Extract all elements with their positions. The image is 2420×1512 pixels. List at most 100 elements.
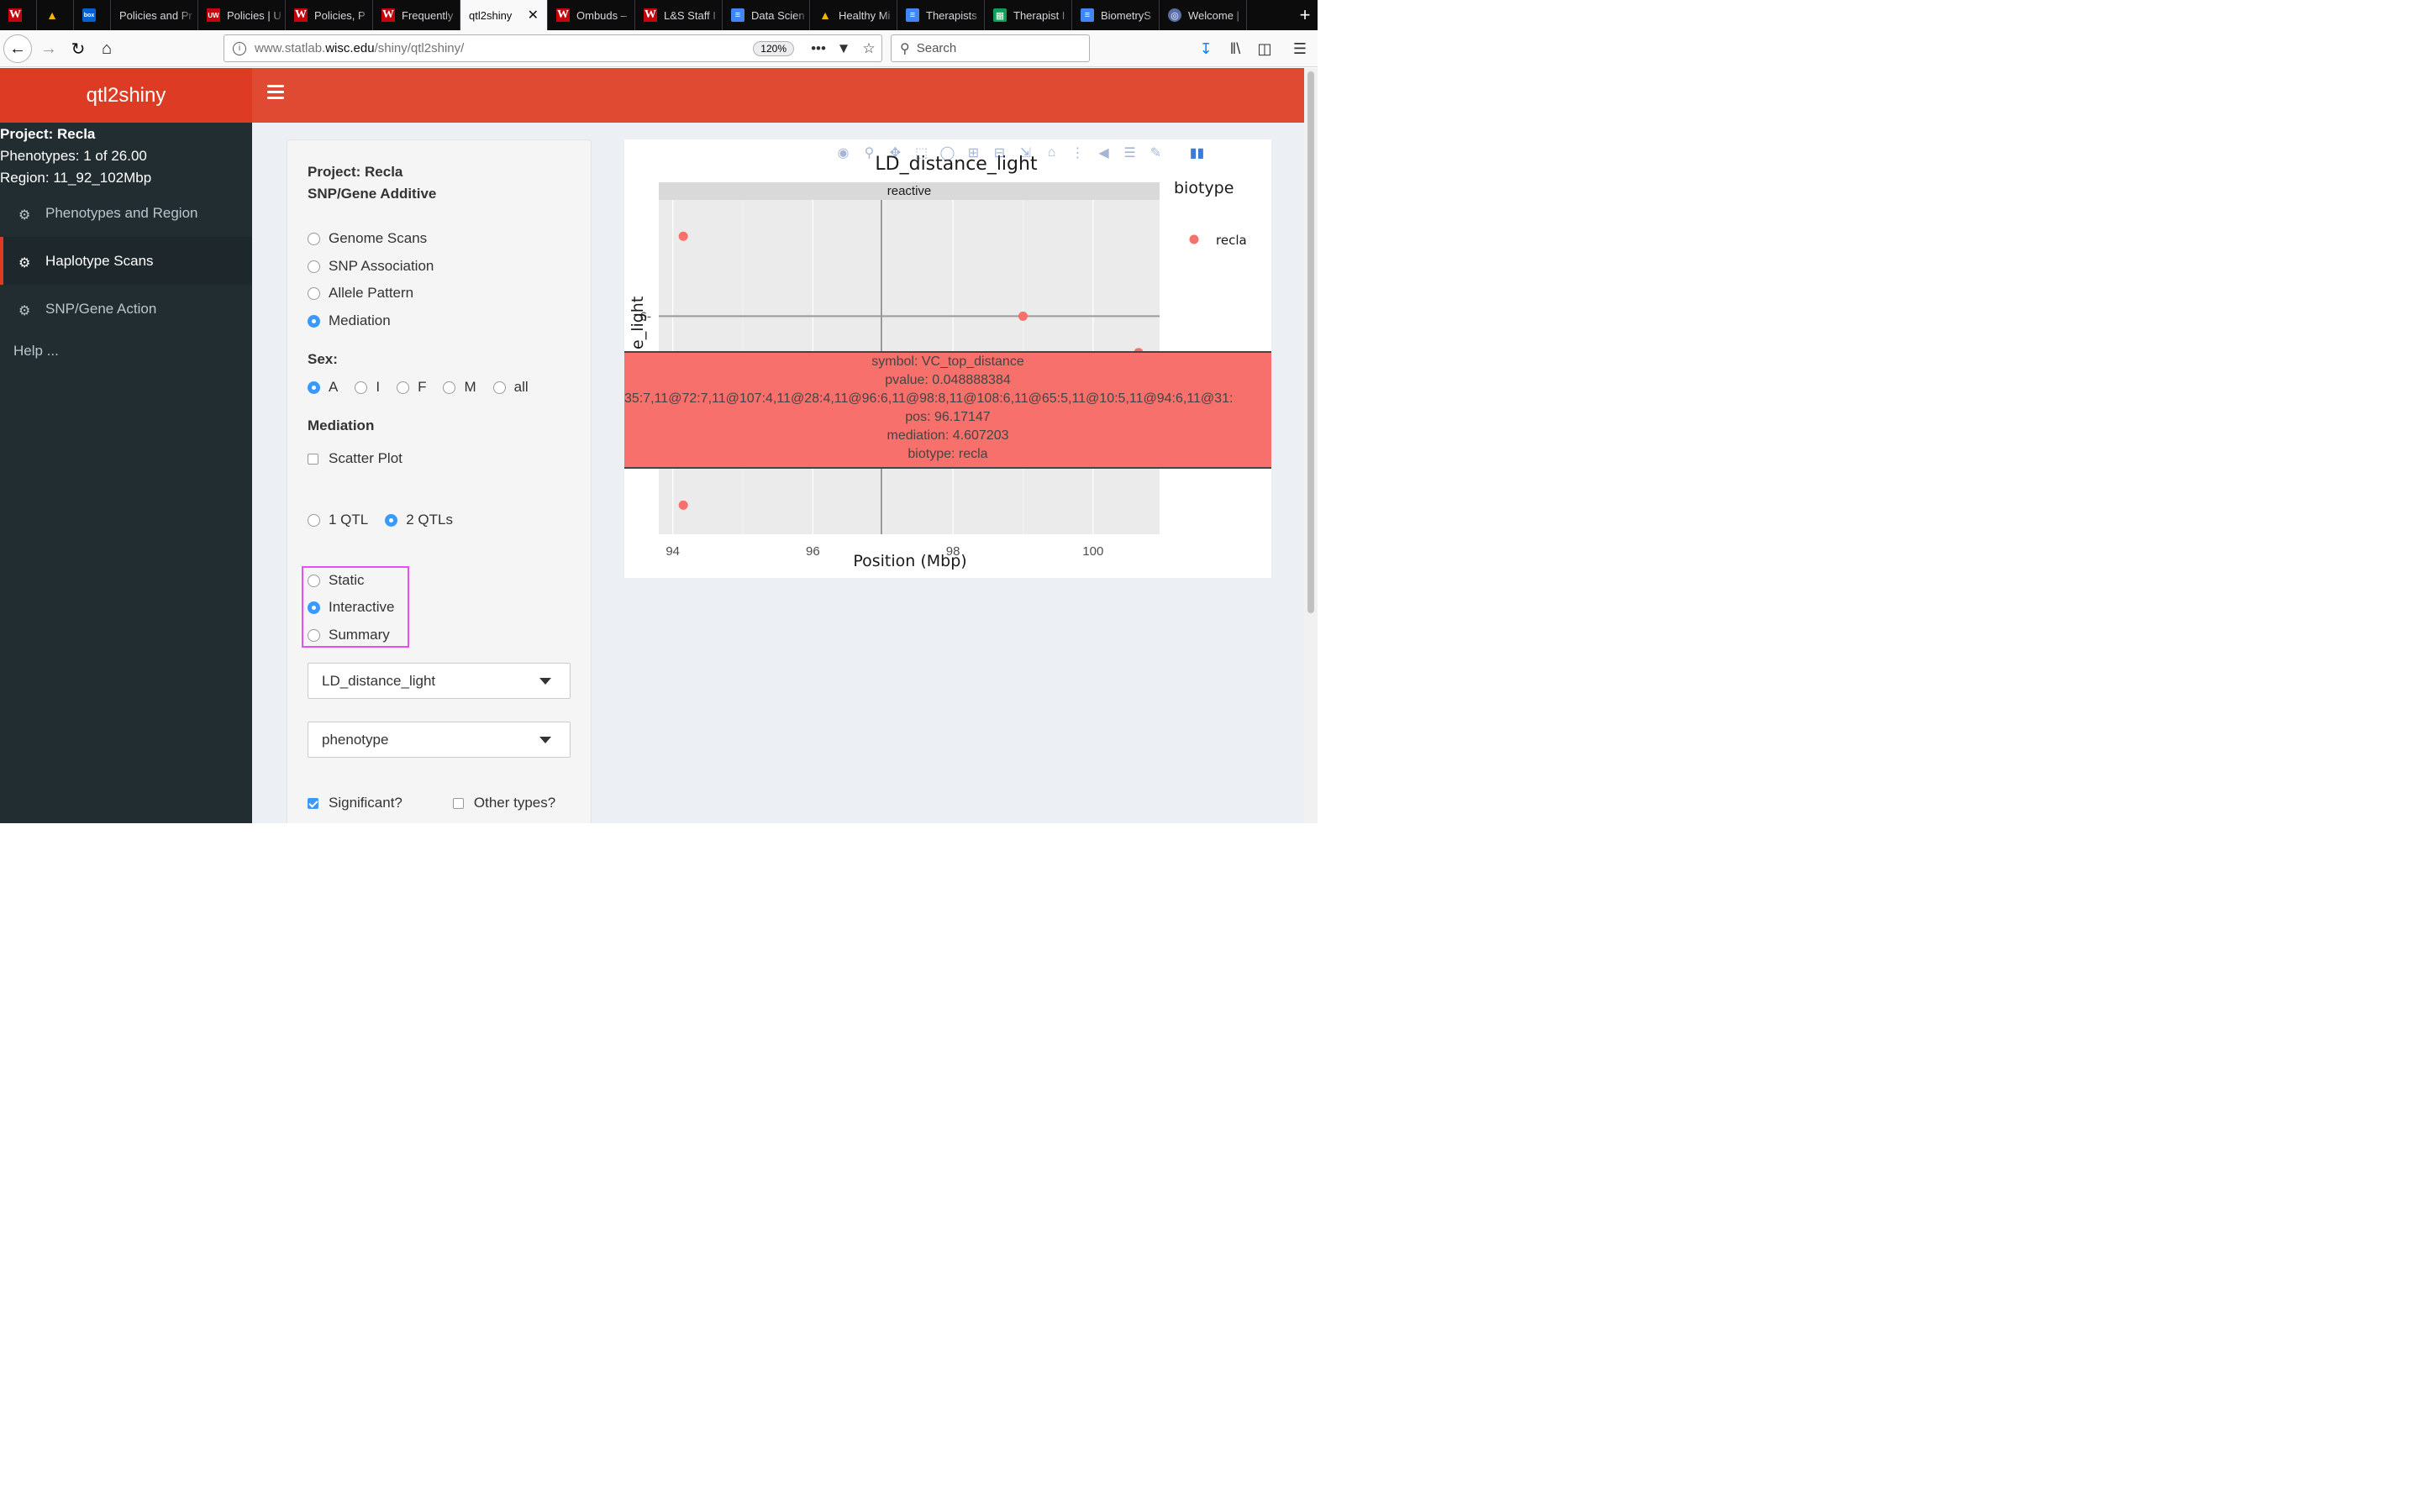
radio-button[interactable] <box>308 574 320 587</box>
radio-summary[interactable]: Summary <box>308 627 390 643</box>
browser-tab[interactable]: qtl2shiny ✕ <box>460 0 548 30</box>
box-select-icon[interactable]: ⬚ <box>908 144 934 161</box>
forward-button[interactable]: → <box>35 35 62 62</box>
browser-tab[interactable]: box <box>74 0 111 30</box>
radio-sex-m[interactable]: M <box>443 379 476 396</box>
url-bar[interactable]: i www.statlab.wisc.edu/shiny/qtl2shiny/ … <box>224 34 882 62</box>
autoscale-icon[interactable]: ⇲ <box>1013 144 1039 161</box>
downloads-button[interactable]: ↧ <box>1193 36 1218 61</box>
radio-button[interactable] <box>308 513 320 527</box>
browser-tab[interactable]: ≡ Data Scien <box>723 0 810 30</box>
hover-closest-icon[interactable]: ◀ <box>1091 144 1117 161</box>
zoom-indicator[interactable]: 120% <box>753 40 794 56</box>
browser-tab[interactable]: UW Policies | U <box>198 0 286 30</box>
sidebar-item-phenotypes-region[interactable]: ⚙ Phenotypes and Region <box>0 189 252 237</box>
browser-tab[interactable]: ▲ Healthy Mi <box>810 0 897 30</box>
radio-static[interactable]: Static <box>308 572 365 589</box>
search-input[interactable]: ⚲ Search <box>891 34 1090 62</box>
radio-button[interactable] <box>355 381 368 394</box>
checkbox-label: Other types? <box>473 795 556 811</box>
radio-sex-all[interactable]: all <box>492 379 529 396</box>
browser-tab[interactable]: W L&S Staff I <box>635 0 723 30</box>
radio-snp-association[interactable]: SNP Association <box>308 258 434 275</box>
page-scrollbar[interactable] <box>1304 68 1318 823</box>
tab-title: Therapist I <box>1013 8 1065 22</box>
plotly-logo-icon[interactable]: ▮▮ <box>1184 144 1210 161</box>
other-types-checkbox[interactable]: Other types? <box>452 795 556 811</box>
phenotype-select[interactable]: LD_distance_light <box>308 663 571 699</box>
bookmark-star-icon[interactable]: ☆ <box>856 40 881 57</box>
radio-sex-i[interactable]: I <box>355 379 380 396</box>
reset-axes-icon[interactable]: ⌂ <box>1039 144 1065 161</box>
pan-icon[interactable]: ✥ <box>882 144 908 161</box>
browser-tab[interactable]: W Policies, P <box>286 0 373 30</box>
dashboard-icon: ⚙ <box>18 255 31 270</box>
radio-allele-pattern[interactable]: Allele Pattern <box>308 285 413 302</box>
tab-strip: W ▲ box Policies and Pr UW Policies | U W Polic… <box>0 0 1318 30</box>
radio-button[interactable] <box>308 628 320 642</box>
radio-button[interactable] <box>385 513 398 527</box>
url-text[interactable]: www.statlab.wisc.edu/shiny/qtl2shiny/ <box>255 41 753 55</box>
radio-2-qtls[interactable]: 2 QTLs <box>385 512 453 528</box>
radio-button[interactable] <box>308 381 320 394</box>
radio-button[interactable] <box>308 601 320 614</box>
browser-tab[interactable]: ◎ Welcome | <box>1160 0 1247 30</box>
scatter-plot-checkbox[interactable]: Scatter Plot <box>308 450 402 467</box>
menu-button[interactable]: ☰ <box>1287 36 1313 61</box>
sidebar-toggle-button[interactable]: ◫ <box>1252 36 1277 61</box>
browser-tab[interactable]: ≡ BiometryS <box>1072 0 1160 30</box>
checkbox[interactable] <box>452 797 464 809</box>
new-tab-button[interactable]: + <box>1292 0 1318 30</box>
info-icon[interactable]: i <box>233 41 246 55</box>
radio-genome-scans[interactable]: Genome Scans <box>308 230 427 247</box>
reload-button[interactable]: ↻ <box>65 35 92 62</box>
browser-tab[interactable]: ▲ <box>37 0 74 30</box>
checkbox[interactable] <box>308 797 318 809</box>
zoom-icon[interactable]: ⚲ <box>856 144 882 161</box>
scrollbar-thumb[interactable] <box>1307 71 1314 613</box>
sidebar-item-snp-gene-action[interactable]: ⚙ SNP/Gene Action <box>0 285 252 333</box>
radio-1-qtl[interactable]: 1 QTL <box>308 512 368 528</box>
close-icon[interactable]: ✕ <box>528 7 539 24</box>
radio-button[interactable] <box>492 381 506 394</box>
radio-sex-f[interactable]: F <box>397 379 426 396</box>
radio-button[interactable] <box>443 381 456 394</box>
radio-button[interactable] <box>308 286 320 300</box>
camera-icon[interactable]: ◉ <box>830 144 856 161</box>
browser-tab[interactable]: W Frequently <box>373 0 460 30</box>
browser-tab[interactable]: ▦ Therapist I <box>985 0 1072 30</box>
significant-checkbox[interactable]: Significant? <box>308 795 402 811</box>
zoom-in-icon[interactable]: ⊞ <box>960 144 986 161</box>
spike-lines-icon[interactable]: ⋮ <box>1065 144 1091 161</box>
radio-sex-a[interactable]: A <box>308 379 338 396</box>
edit-chart-icon[interactable]: ✎ <box>1143 144 1169 161</box>
radio-button[interactable] <box>397 381 410 394</box>
sidebar-help-link[interactable]: Help ... <box>13 343 59 360</box>
radio-button[interactable] <box>308 314 320 328</box>
lasso-select-icon[interactable]: ◯ <box>934 144 960 161</box>
browser-tab[interactable]: W <box>0 0 37 30</box>
browser-tab[interactable]: W Ombuds – <box>548 0 635 30</box>
hover-compare-icon[interactable]: ☰ <box>1117 144 1143 161</box>
browser-tab[interactable]: Policies and Pr <box>111 0 198 30</box>
tab-title: Policies | U <box>227 8 281 22</box>
sidebar-item-haplotype-scans[interactable]: ⚙ Haplotype Scans <box>0 237 252 285</box>
radio-mediation[interactable]: Mediation <box>308 312 391 329</box>
library-button[interactable]: ‖\ <box>1223 36 1248 61</box>
page-actions-icon[interactable]: ••• <box>806 40 831 57</box>
zoom-out-icon[interactable]: ⊟ <box>986 144 1013 161</box>
browser-tab[interactable]: ≡ Therapists <box>897 0 985 30</box>
radio-button[interactable] <box>308 232 320 245</box>
pocket-icon[interactable]: ▼ <box>831 40 856 57</box>
checkbox[interactable] <box>308 453 318 465</box>
radio-interactive[interactable]: Interactive <box>308 599 394 616</box>
sidebar-toggle-icon[interactable] <box>267 85 284 105</box>
plotly-chart[interactable]: reactive 94 96 98 100 6- LD_distance_light Posi… <box>624 139 1271 578</box>
radio-button[interactable] <box>308 260 320 273</box>
type-select[interactable]: phenotype <box>308 722 571 758</box>
back-button[interactable]: ← <box>3 34 32 63</box>
dashboard-icon: ⚙ <box>18 207 31 223</box>
home-button[interactable]: ⌂ <box>93 35 120 62</box>
filter-checkbox-group: Significant? Other types? <box>308 795 572 811</box>
app-brand[interactable]: qtl2shiny <box>0 68 252 123</box>
